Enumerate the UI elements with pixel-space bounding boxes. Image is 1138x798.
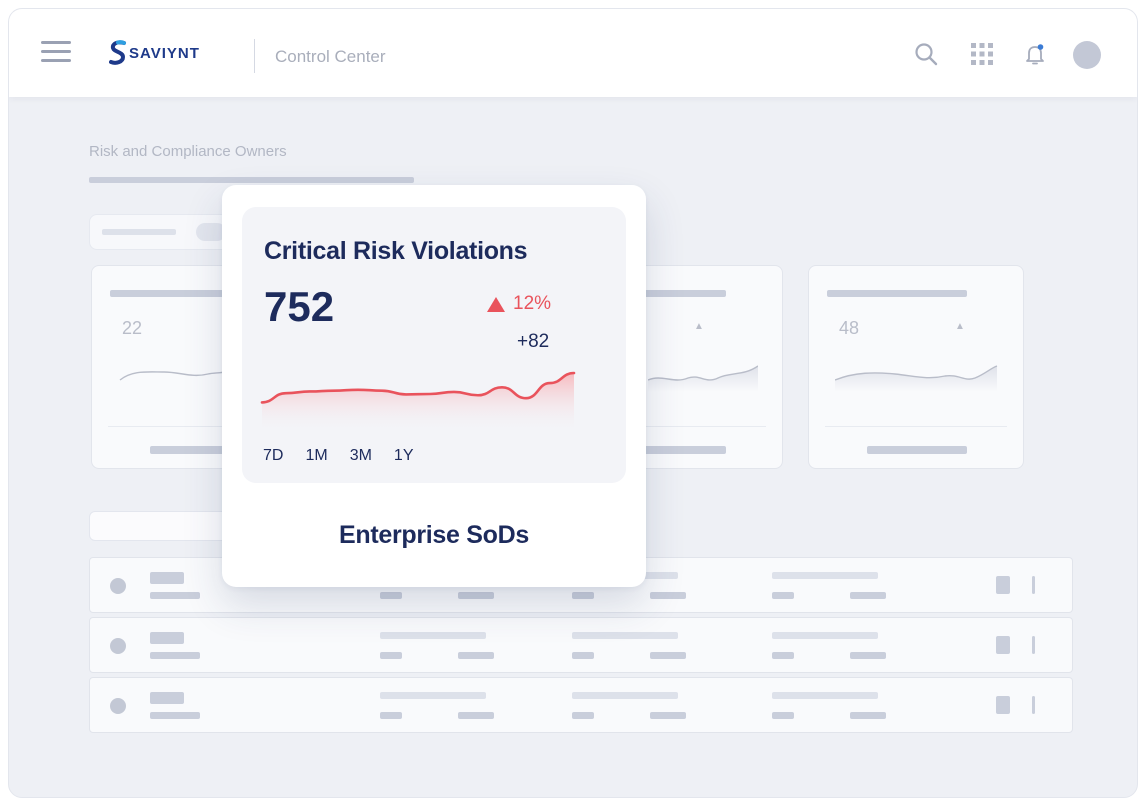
metric-value: 752 <box>264 283 335 330</box>
header-divider <box>254 39 255 73</box>
row-action-icon[interactable] <box>996 636 1010 654</box>
sparkline <box>119 369 228 381</box>
row-placeholder <box>772 632 878 639</box>
tab-underline <box>89 177 414 183</box>
top-bar: SAVIYNT Control Center <box>9 9 1137 97</box>
row-placeholder <box>380 692 486 699</box>
bell-icon[interactable] <box>1022 41 1048 67</box>
row-action-icon[interactable] <box>996 696 1010 714</box>
row-placeholder <box>650 592 686 599</box>
range-1y[interactable]: 1Y <box>394 447 414 465</box>
brand-name: SAVIYNT <box>129 44 200 62</box>
range-selector: 7D 1M 3M 1Y <box>263 447 414 465</box>
avatar[interactable] <box>1073 41 1101 69</box>
page-label: Risk and Compliance Owners <box>89 143 287 160</box>
row-placeholder <box>572 592 594 599</box>
change-delta: +82 <box>517 331 550 352</box>
trend-up-icon: ▲ <box>955 321 965 332</box>
row-placeholder <box>850 592 886 599</box>
app-title: Control Center <box>275 47 386 66</box>
row-status-dot <box>110 638 126 654</box>
row-placeholder <box>380 652 402 659</box>
row-placeholder <box>150 692 184 704</box>
row-placeholder <box>772 652 794 659</box>
pill-placeholder <box>102 229 176 235</box>
row-placeholder <box>458 712 494 719</box>
row-placeholder <box>150 632 184 644</box>
saviynt-logo-icon <box>109 40 126 65</box>
trend-up-icon <box>487 296 505 312</box>
card-title-placeholder <box>110 290 240 297</box>
row-placeholder <box>150 572 184 584</box>
trend-up-icon: ▲ <box>694 321 704 332</box>
row-placeholder <box>772 592 794 599</box>
row-placeholder <box>380 632 486 639</box>
row-status-dot <box>110 578 126 594</box>
search-icon[interactable] <box>913 41 939 67</box>
row-status-dot <box>110 698 126 714</box>
row-placeholder <box>572 632 678 639</box>
metric-panel: Critical Risk Violations 752 12% +82 7D <box>242 207 626 483</box>
row-placeholder <box>850 652 886 659</box>
table-row[interactable] <box>89 677 1073 733</box>
card-divider <box>825 426 1007 427</box>
card-title-placeholder <box>827 290 967 297</box>
row-placeholder <box>572 652 594 659</box>
sparkline <box>835 365 998 392</box>
row-placeholder <box>650 652 686 659</box>
row-placeholder <box>458 652 494 659</box>
trend-chart <box>260 371 576 433</box>
card-title: Critical Risk Violations <box>264 237 528 265</box>
range-3m[interactable]: 3M <box>350 447 372 465</box>
metric-value: 48 <box>839 318 860 338</box>
brand-logo[interactable]: SAVIYNT <box>109 39 200 67</box>
metric-card-3[interactable]: 48 ▲ <box>808 265 1024 469</box>
row-more-icon[interactable] <box>1032 576 1035 594</box>
trend-area <box>262 373 574 433</box>
row-placeholder <box>380 712 402 719</box>
range-7d[interactable]: 7D <box>263 447 283 465</box>
row-placeholder <box>458 592 494 599</box>
row-placeholder <box>772 712 794 719</box>
change-percent: 12% <box>487 293 551 315</box>
row-more-icon[interactable] <box>1032 696 1035 714</box>
change-percent-value: 12% <box>513 293 552 314</box>
sparkline <box>648 365 758 392</box>
row-more-icon[interactable] <box>1032 636 1035 654</box>
hamburger-icon[interactable] <box>41 41 71 63</box>
row-placeholder <box>380 592 402 599</box>
row-action-icon[interactable] <box>996 576 1010 594</box>
critical-risk-card[interactable]: Critical Risk Violations 752 12% +82 7D <box>222 185 646 587</box>
card-footer-placeholder <box>867 446 967 454</box>
card-footer-title: Enterprise SoDs <box>338 521 529 549</box>
metric-value: 22 <box>122 318 143 338</box>
table-row[interactable] <box>89 617 1073 673</box>
row-placeholder <box>572 712 594 719</box>
row-placeholder <box>150 592 200 599</box>
row-placeholder <box>572 692 678 699</box>
app-window: SAVIYNT Control Center Risk and Complian… <box>8 8 1138 798</box>
row-placeholder <box>850 712 886 719</box>
row-placeholder <box>772 692 878 699</box>
row-placeholder <box>772 572 878 579</box>
range-1m[interactable]: 1M <box>305 447 327 465</box>
row-placeholder <box>150 652 200 659</box>
row-placeholder <box>650 712 686 719</box>
row-placeholder <box>150 712 200 719</box>
grid-icon[interactable] <box>969 41 995 67</box>
